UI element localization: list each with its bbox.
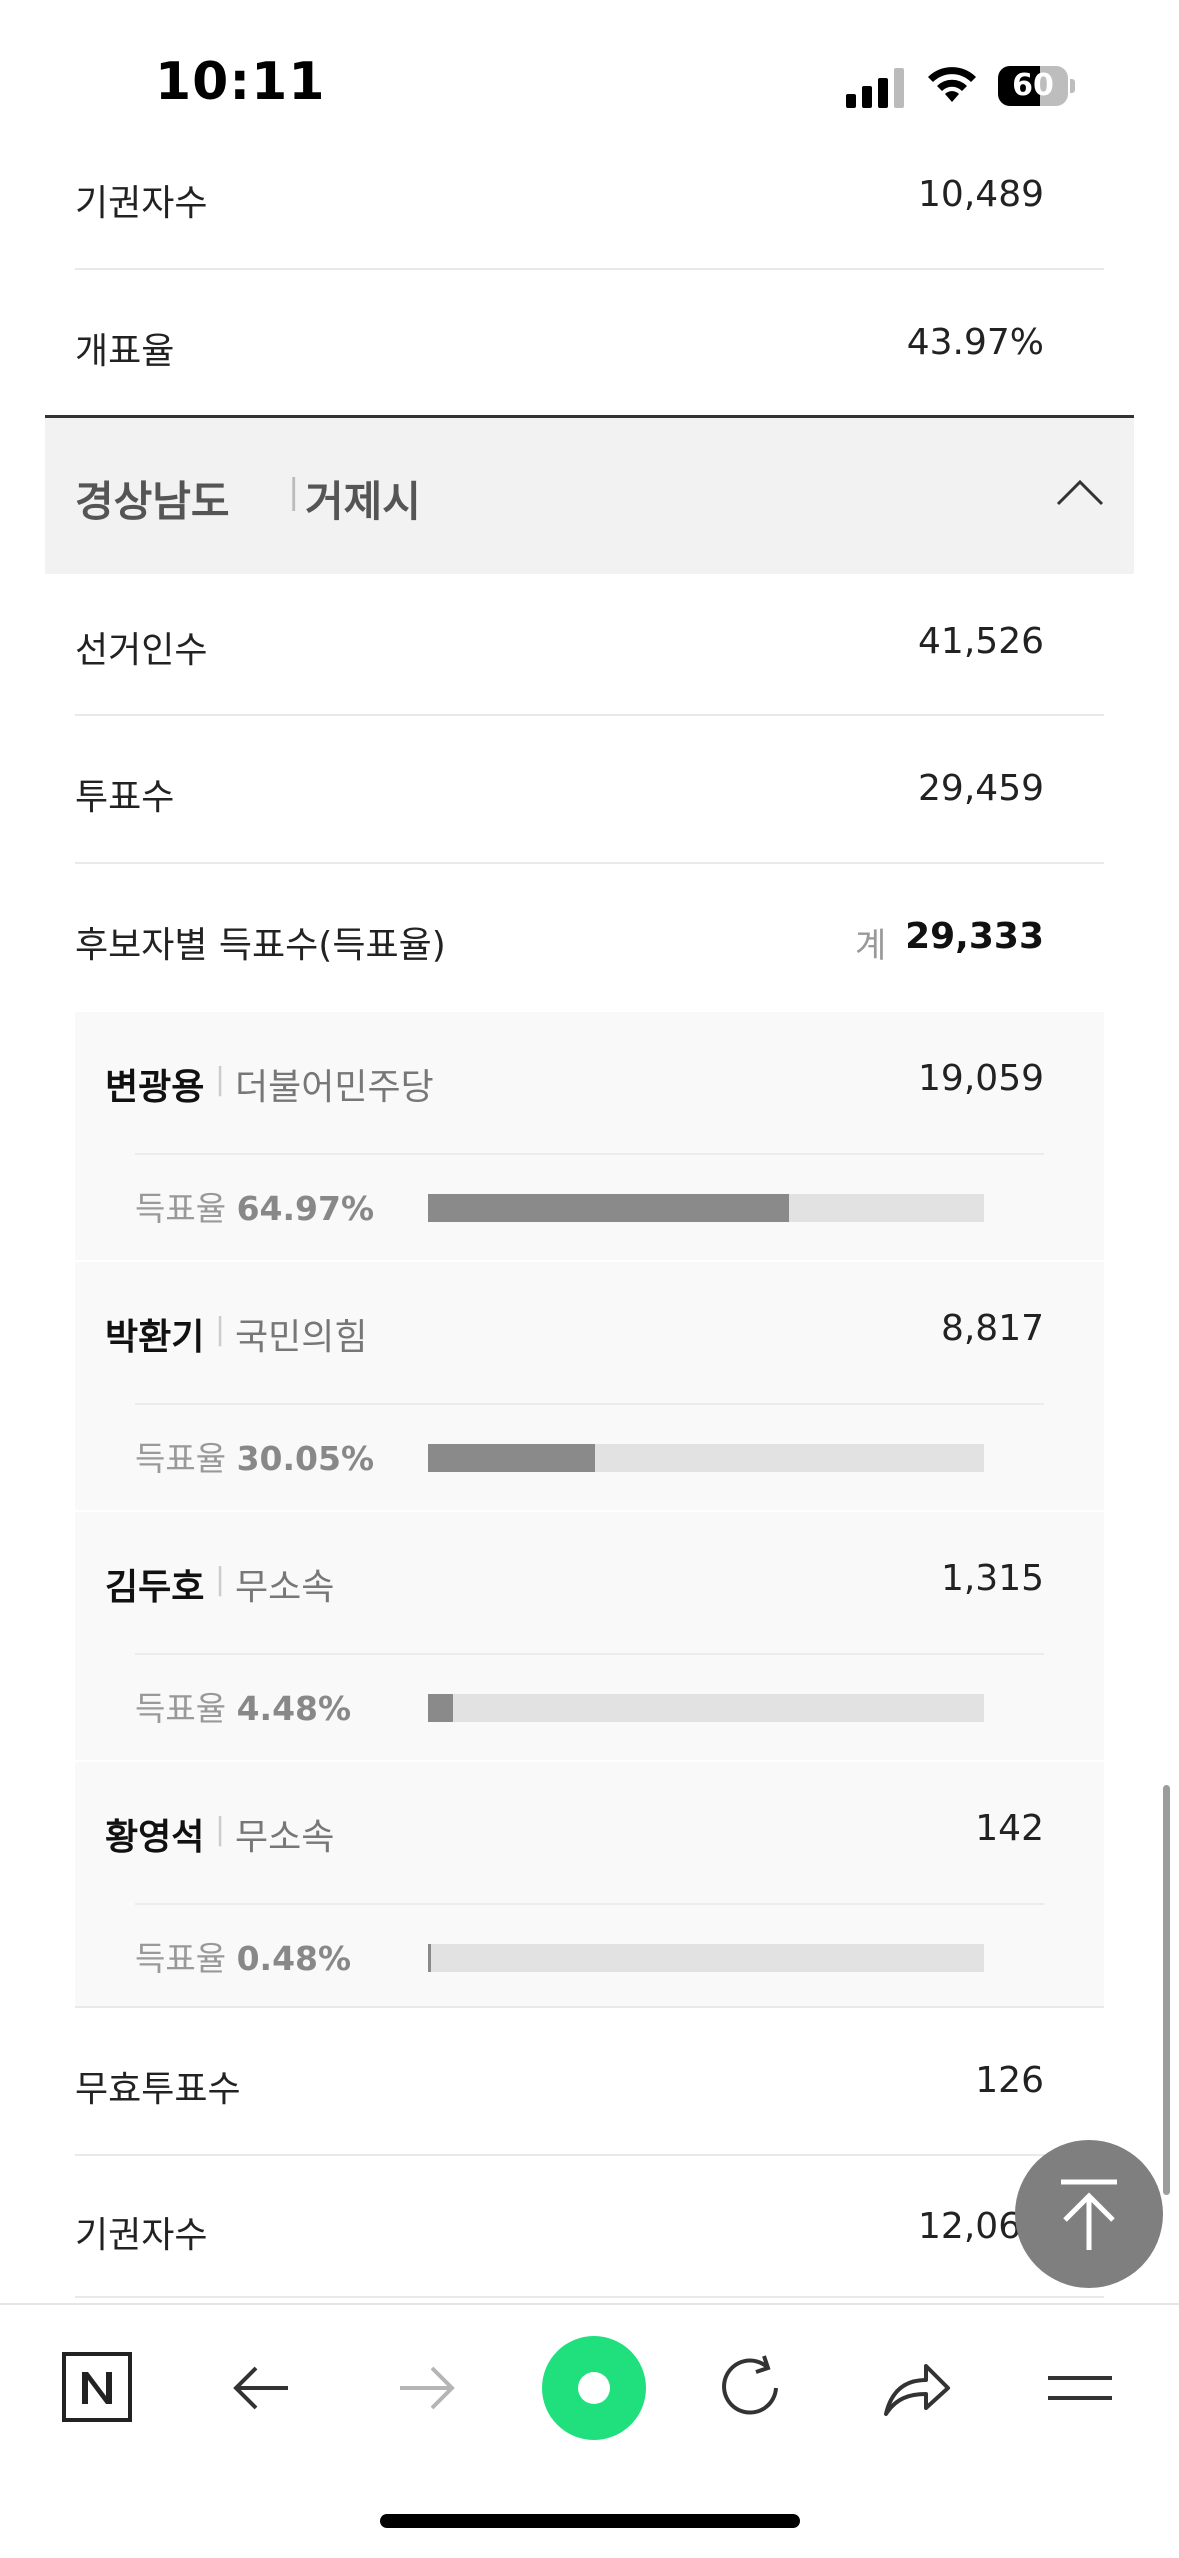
menu-icon[interactable] (1040, 2348, 1120, 2428)
status-bar: 10:11 60 (0, 0, 1179, 160)
electorate-value: 41,526 (918, 621, 1044, 662)
vote-share-bar (428, 1944, 984, 1972)
scroll-to-top-button[interactable] (1015, 2140, 1163, 2288)
total-value: 29,333 (905, 916, 1044, 957)
candidate-party: 무소속 (235, 1567, 335, 1608)
electorate-label: 선거인수 (75, 630, 208, 671)
candidate-card: 변광용 | 더불어민주당 19,059 득표율 64.97% (75, 1012, 1104, 1260)
vote-share-bar (428, 1194, 984, 1222)
candidate-card: 박환기 | 국민의힘 8,817 득표율 30.05% (75, 1262, 1104, 1510)
candidate-party: 무소속 (235, 1817, 335, 1858)
candidate-name: 박환기 (105, 1317, 205, 1358)
abstain-row: 기권자수 12,067 (75, 2156, 1104, 2298)
wifi-icon (928, 67, 976, 102)
prev-count-rate-row: 개표율 43.97% (75, 270, 1104, 413)
candidate-card: 김두호 | 무소속 1,315 득표율 4.48% (75, 1512, 1104, 1760)
candidate-name: 황영석 (105, 1817, 205, 1858)
naver-home-icon[interactable] (58, 2348, 138, 2428)
prev-count-rate-label: 개표율 (75, 331, 175, 372)
vote-share-bar (428, 1444, 984, 1472)
candidate-name: 김두호 (105, 1567, 205, 1608)
abstain-label: 기권자수 (75, 2215, 208, 2256)
prev-abstain-value: 10,489 (918, 174, 1044, 215)
by-candidate-row: 후보자별 득표수(득표율) 계 29,333 (75, 864, 1104, 1010)
invalid-votes-row: 무효투표수 126 (75, 2008, 1104, 2156)
candidate-votes: 19,059 (918, 1058, 1044, 1099)
by-candidate-label: 후보자별 득표수(득표율) (75, 925, 446, 966)
invalid-votes-label: 무효투표수 (75, 2069, 241, 2110)
chevron-up-icon[interactable] (1055, 468, 1105, 518)
province-name: 경상남도 (75, 477, 230, 526)
candidate-votes: 142 (975, 1808, 1044, 1849)
status-time: 10:11 (155, 52, 326, 112)
forward-arrow-icon[interactable] (386, 2348, 466, 2428)
candidate-votes: 1,315 (940, 1558, 1044, 1599)
prev-count-rate-value: 43.97% (906, 322, 1044, 363)
invalid-votes-value: 126 (975, 2060, 1044, 2101)
prev-abstain-label: 기권자수 (75, 183, 208, 224)
arrow-up-icon (1061, 2179, 1117, 2250)
vote-rate-label: 득표율 0.48% (135, 1939, 352, 1978)
battery-icon: 60 (998, 66, 1075, 106)
vote-share-bar (428, 1694, 984, 1722)
candidate-party: 국민의힘 (235, 1317, 368, 1358)
city-name: 거제시 (305, 477, 421, 526)
candidate-party: 더불어민주당 (235, 1067, 434, 1108)
vote-rate-value: 64.97% (236, 1189, 375, 1228)
cellular-signal-icon (846, 66, 906, 108)
vote-rate-label: 득표율 30.05% (135, 1439, 375, 1478)
region-header[interactable]: 경상남도 | 거제시 (45, 415, 1134, 574)
total-label: 계 (855, 926, 887, 966)
electorate-row: 선거인수 41,526 (75, 571, 1104, 716)
turnout-row: 투표수 29,459 (75, 716, 1104, 864)
vote-rate-value: 0.48% (236, 1939, 352, 1978)
reload-icon[interactable] (712, 2348, 792, 2428)
candidate-votes: 8,817 (940, 1308, 1044, 1349)
turnout-label: 투표수 (75, 777, 175, 818)
green-dot-icon[interactable] (540, 2334, 648, 2442)
vote-rate-value: 4.48% (236, 1689, 352, 1728)
scrollbar[interactable] (1163, 1785, 1170, 2195)
battery-percent: 60 (1012, 68, 1054, 103)
vote-rate-label: 득표율 4.48% (135, 1689, 352, 1728)
candidate-card: 황영석 | 무소속 142 득표율 0.48% (75, 1762, 1104, 2008)
turnout-value: 29,459 (918, 768, 1044, 809)
vote-rate-value: 30.05% (236, 1439, 375, 1478)
region-separator: | (288, 472, 300, 512)
vote-rate-label: 득표율 64.97% (135, 1189, 375, 1228)
back-arrow-icon[interactable] (222, 2348, 302, 2428)
share-icon[interactable] (876, 2348, 956, 2428)
prev-abstain-row: 기권자수 10,489 (75, 160, 1104, 270)
candidate-name: 변광용 (105, 1067, 205, 1108)
home-indicator[interactable] (380, 2514, 800, 2528)
